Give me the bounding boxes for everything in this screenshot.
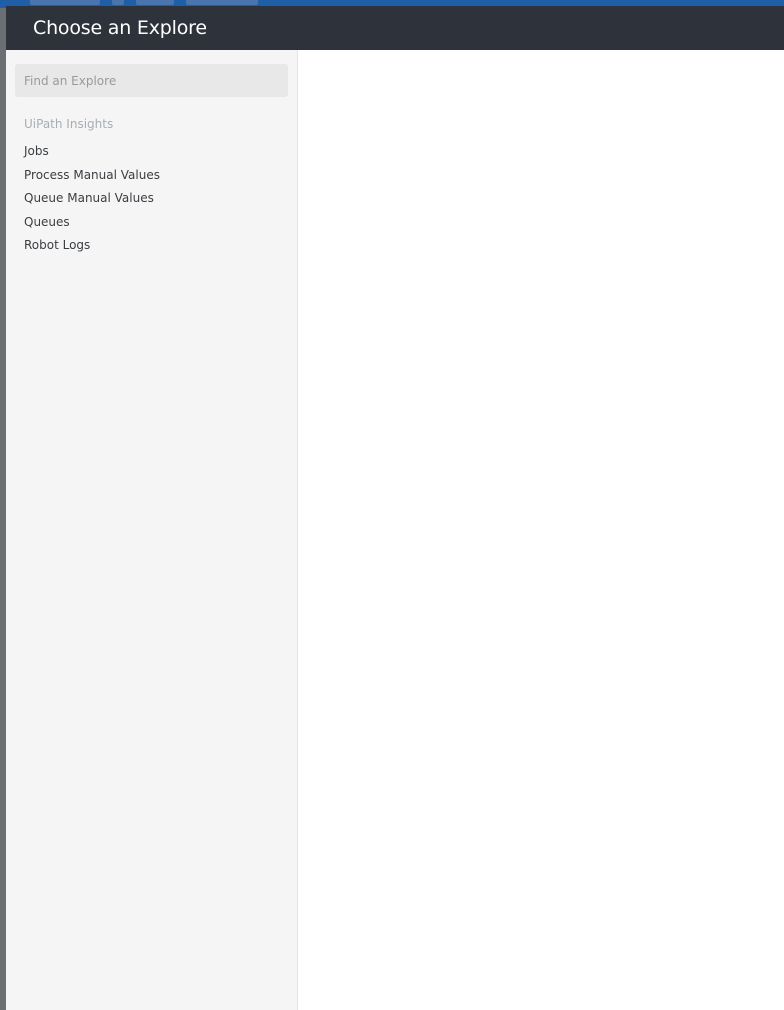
modal-header: Choose an Explore	[6, 6, 784, 50]
explore-list: Jobs Process Manual Values Queue Manual …	[24, 143, 160, 261]
explore-item-process-manual-values[interactable]: Process Manual Values	[24, 167, 160, 191]
explore-sidebar: UiPath Insights Jobs Process Manual Valu…	[6, 50, 298, 1010]
explore-item-queue-manual-values[interactable]: Queue Manual Values	[24, 190, 160, 214]
explore-item-robot-logs[interactable]: Robot Logs	[24, 237, 160, 261]
explore-item-queues[interactable]: Queues	[24, 214, 160, 238]
modal-title: Choose an Explore	[33, 17, 207, 39]
choose-explore-modal: Choose an Explore UiPath Insights Jobs P…	[6, 6, 784, 1010]
explore-search-input[interactable]	[15, 64, 288, 97]
explore-group-label: UiPath Insights	[24, 117, 114, 131]
explore-item-jobs[interactable]: Jobs	[24, 143, 160, 167]
explore-detail-pane	[298, 50, 784, 1010]
